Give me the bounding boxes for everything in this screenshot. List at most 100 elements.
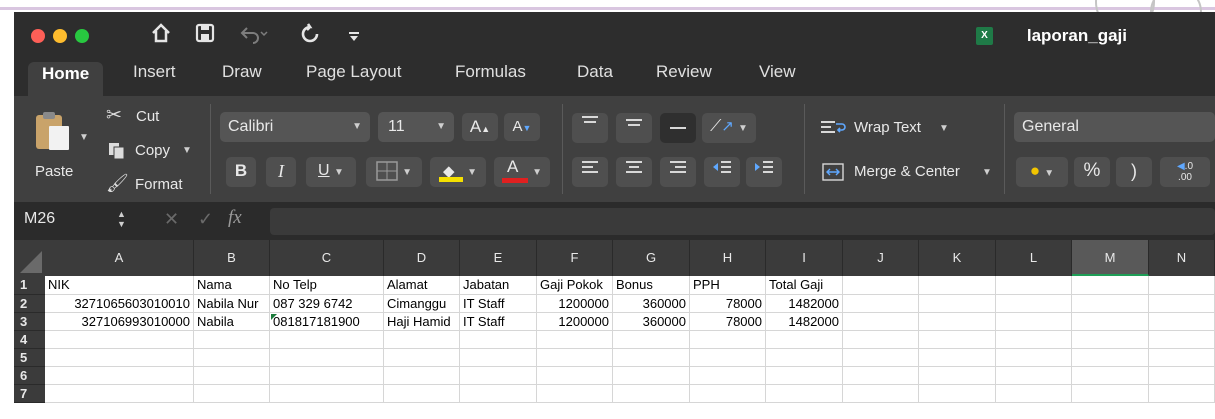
confirm-icon[interactable]: ✓ [198,209,213,230]
cell-i7[interactable] [766,385,843,403]
cell-h3[interactable]: 78000 [690,313,766,331]
row-header-2[interactable]: 2 [14,295,45,313]
column-header-k[interactable]: K [919,240,996,276]
cell-n7[interactable] [1149,385,1215,403]
cell-i4[interactable] [766,331,843,349]
orientation-button[interactable]: ⟋↗ ▼ [702,113,756,143]
copy-button[interactable]: Copy ▼ [106,140,206,162]
comma-style-button[interactable]: ) [1116,157,1152,187]
tab-page-layout[interactable]: Page Layout [306,60,401,96]
cell-a2[interactable]: 3271065603010010 [45,295,194,313]
accounting-format-button[interactable]: ● ▼ [1016,157,1068,187]
cell-h5[interactable] [690,349,766,367]
increase-indent-button[interactable] [746,157,782,187]
increase-decimal-button[interactable]: ◀.0 .00 [1160,157,1210,187]
redo-icon[interactable] [296,22,324,50]
cell-k4[interactable] [919,331,996,349]
cell-l6[interactable] [996,367,1072,385]
cell-b7[interactable] [194,385,270,403]
cell-e1[interactable]: Jabatan [460,276,537,295]
row-header-6[interactable]: 6 [14,367,45,385]
cell-f6[interactable] [537,367,613,385]
cell-m4[interactable] [1072,331,1149,349]
cell-l5[interactable] [996,349,1072,367]
font-size-select[interactable]: 11 ▼ [378,112,454,142]
cell-f7[interactable] [537,385,613,403]
tab-view[interactable]: View [759,60,796,96]
cell-n4[interactable] [1149,331,1215,349]
cell-f2[interactable]: 1200000 [537,295,613,313]
tab-home[interactable]: Home [28,62,104,96]
formula-input[interactable] [270,208,1215,235]
fill-color-button[interactable]: ◆ ▼ [430,157,486,187]
cell-e2[interactable]: IT Staff [460,295,537,313]
cell-d7[interactable] [384,385,460,403]
cell-m7[interactable] [1072,385,1149,403]
zoom-window-button[interactable] [75,29,89,43]
cell-j1[interactable] [843,276,919,295]
borders-button[interactable]: ▼ [366,157,422,187]
cell-g4[interactable] [613,331,690,349]
undo-icon[interactable] [236,22,272,50]
column-header-g[interactable]: G [613,240,690,276]
cell-e5[interactable] [460,349,537,367]
cell-n3[interactable] [1149,313,1215,331]
cell-d4[interactable] [384,331,460,349]
align-middle-button[interactable] [616,113,652,143]
cell-e6[interactable] [460,367,537,385]
cell-k3[interactable] [919,313,996,331]
cell-j3[interactable] [843,313,919,331]
cell-n6[interactable] [1149,367,1215,385]
cell-j6[interactable] [843,367,919,385]
row-header-7[interactable]: 7 [14,385,45,403]
column-header-n[interactable]: N [1149,240,1215,276]
cell-k5[interactable] [919,349,996,367]
cell-b3[interactable]: Nabila [194,313,270,331]
cell-c6[interactable] [270,367,384,385]
cell-c2[interactable]: 087 329 6742 [270,295,384,313]
cell-a1[interactable]: NIK [45,276,194,295]
column-header-i[interactable]: I [766,240,843,276]
cell-g5[interactable] [613,349,690,367]
name-box-stepper-icon[interactable]: ▲ ▼ [117,209,126,229]
column-header-h[interactable]: H [690,240,766,276]
cell-m6[interactable] [1072,367,1149,385]
cell-n1[interactable] [1149,276,1215,295]
cell-l3[interactable] [996,313,1072,331]
cell-a6[interactable] [45,367,194,385]
column-header-a[interactable]: A [45,240,194,276]
align-top-button[interactable] [572,113,608,143]
cell-l4[interactable] [996,331,1072,349]
cell-c5[interactable] [270,349,384,367]
column-header-j[interactable]: J [843,240,919,276]
font-family-select[interactable]: Calibri ▼ [220,112,370,142]
cell-h2[interactable]: 78000 [690,295,766,313]
close-window-button[interactable] [31,29,45,43]
cell-g6[interactable] [613,367,690,385]
cell-j4[interactable] [843,331,919,349]
cell-a4[interactable] [45,331,194,349]
cell-l2[interactable] [996,295,1072,313]
column-header-l[interactable]: L [996,240,1072,276]
cell-j2[interactable] [843,295,919,313]
cell-d1[interactable]: Alamat [384,276,460,295]
column-header-m[interactable]: M [1072,240,1149,276]
tab-review[interactable]: Review [656,60,712,96]
cell-d2[interactable]: Cimanggu [384,295,460,313]
cell-d5[interactable] [384,349,460,367]
select-all-button[interactable] [14,240,45,276]
cell-i3[interactable]: 1482000 [766,313,843,331]
italic-button[interactable]: I [266,157,296,187]
cell-b1[interactable]: Nama [194,276,270,295]
customize-icon[interactable] [344,22,364,50]
tab-insert[interactable]: Insert [133,60,176,96]
cell-e3[interactable]: IT Staff [460,313,537,331]
paste-dropdown-icon[interactable]: ▼ [79,132,89,143]
row-header-4[interactable]: 4 [14,331,45,349]
cell-f1[interactable]: Gaji Pokok [537,276,613,295]
cell-c1[interactable]: No Telp [270,276,384,295]
cell-k6[interactable] [919,367,996,385]
cell-h1[interactable]: PPH [690,276,766,295]
cell-l7[interactable] [996,385,1072,403]
decrease-indent-button[interactable] [704,157,740,187]
